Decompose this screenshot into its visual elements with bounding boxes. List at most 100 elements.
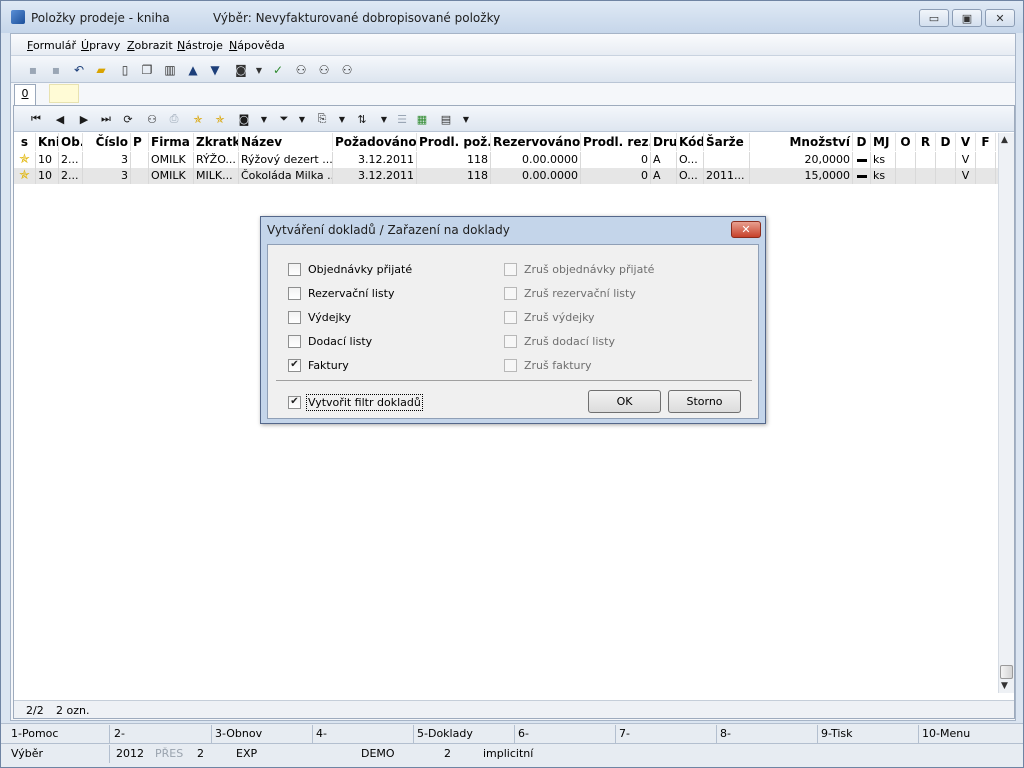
- menu-zobrazit[interactable]: Zobrazit: [127, 39, 173, 52]
- checkbox-box[interactable]: [504, 262, 517, 276]
- last-record-icon[interactable]: ⏭: [98, 111, 114, 127]
- arrow-up-icon[interactable]: ▲: [185, 62, 201, 78]
- fkey-6[interactable]: 6-: [518, 727, 529, 740]
- checkbox-box[interactable]: [504, 358, 517, 372]
- undo-icon[interactable]: ↶: [71, 62, 87, 78]
- col-header[interactable]: Ob.: [59, 133, 83, 151]
- check-arrow-icon[interactable]: ✓: [270, 62, 286, 78]
- star-add-icon[interactable]: ✯: [190, 111, 206, 127]
- checkbox-faktury[interactable]: ✔ Faktury: [288, 357, 349, 373]
- filter-dropdown-icon[interactable]: ▼: [294, 111, 310, 127]
- checkbox-vydejky[interactable]: Výdejky: [288, 309, 351, 325]
- col-header[interactable]: D: [936, 133, 956, 151]
- col-header[interactable]: P: [131, 133, 149, 151]
- save-as-icon[interactable]: ▪: [48, 62, 64, 78]
- col-header[interactable]: Prodl. rez.: [581, 133, 651, 151]
- col-header[interactable]: Název: [239, 133, 333, 151]
- dialog-close-button[interactable]: ✕: [731, 221, 761, 238]
- checkbox-box[interactable]: [288, 286, 301, 300]
- next-record-icon[interactable]: ▶: [76, 111, 92, 127]
- tab-new[interactable]: [49, 84, 79, 103]
- sort-dropdown-icon[interactable]: ▼: [376, 111, 392, 127]
- minimize-button[interactable]: ▭: [919, 9, 949, 27]
- scroll-thumb[interactable]: [1000, 665, 1013, 679]
- check-icon[interactable]: ✔: [288, 358, 301, 372]
- checkbox-rezervacni-listy[interactable]: Rezervační listy: [288, 285, 394, 301]
- checkbox-zrus-vydejky[interactable]: Zruš výdejky: [504, 309, 595, 325]
- menu-formular[interactable]: Formulář: [27, 39, 76, 52]
- scroll-down-icon[interactable]: ▼: [1001, 681, 1008, 691]
- fkey-4[interactable]: 4-: [316, 727, 327, 740]
- fkey-7[interactable]: 7-: [619, 727, 630, 740]
- save-icon[interactable]: ▪: [25, 62, 41, 78]
- fkey-10[interactable]: 10-Menu: [922, 727, 970, 740]
- star-remove-icon[interactable]: ✯: [212, 111, 228, 127]
- refresh-icon[interactable]: ⟳: [120, 111, 136, 127]
- col-header[interactable]: Firma: [149, 133, 194, 151]
- fkey-3[interactable]: 3-Obnov: [215, 727, 262, 740]
- export-dropdown-icon[interactable]: ▼: [334, 111, 350, 127]
- fkey-9[interactable]: 9-Tisk: [821, 727, 853, 740]
- menu-nastroje[interactable]: Nástroje: [177, 39, 223, 52]
- first-record-icon[interactable]: ⏮: [28, 111, 44, 127]
- copy-doc-icon[interactable]: ❐: [139, 62, 155, 78]
- menu-napoveda[interactable]: Nápověda: [229, 39, 285, 52]
- ok-button[interactable]: OK: [588, 390, 661, 413]
- sort-icon[interactable]: ⇅: [354, 111, 370, 127]
- col-header[interactable]: Kni: [36, 133, 59, 151]
- dropdown-arrow-icon[interactable]: ▼: [251, 62, 267, 78]
- open-folder-icon[interactable]: ▰: [93, 62, 109, 78]
- camera-icon[interactable]: ◙: [233, 62, 249, 78]
- binoculars-next-icon[interactable]: ⚇: [316, 62, 332, 78]
- checkbox-box[interactable]: [504, 310, 517, 324]
- col-header[interactable]: MJ: [871, 133, 896, 151]
- col-header[interactable]: D: [853, 133, 871, 151]
- checkbox-zrus-rezervacni-listy[interactable]: Zruš rezervační listy: [504, 285, 636, 301]
- prev-record-icon[interactable]: ◀: [52, 111, 68, 127]
- fkey-5[interactable]: 5-Doklady: [417, 727, 473, 740]
- tab-0[interactable]: 0: [14, 84, 36, 105]
- checkbox-box[interactable]: [504, 334, 517, 348]
- checkbox-box[interactable]: [504, 286, 517, 300]
- binoculars-icon[interactable]: ⚇: [144, 111, 160, 127]
- col-header[interactable]: Dru: [651, 133, 677, 151]
- fkey-2[interactable]: 2-: [114, 727, 125, 740]
- fkey-8[interactable]: 8-: [720, 727, 731, 740]
- checkbox-zrus-objednavky[interactable]: Zruš objednávky přijaté: [504, 261, 654, 277]
- excel-icon[interactable]: ▦: [414, 111, 430, 127]
- col-header[interactable]: Množství: [750, 133, 853, 151]
- columns-icon[interactable]: ▤: [438, 111, 454, 127]
- checkbox-box[interactable]: [288, 262, 301, 276]
- print-icon[interactable]: ⎙: [166, 111, 182, 127]
- checkbox-zrus-faktury[interactable]: Zruš faktury: [504, 357, 592, 373]
- fkey-1[interactable]: 1-Pomoc: [11, 727, 58, 740]
- book-icon[interactable]: ▥: [162, 62, 178, 78]
- checkbox-box[interactable]: [288, 310, 301, 324]
- checkbox-objednavky[interactable]: Objednávky přijaté: [288, 261, 412, 277]
- binoculars-icon[interactable]: ⚇: [293, 62, 309, 78]
- columns-dropdown-icon[interactable]: ▼: [458, 111, 474, 127]
- table-row[interactable]: ✯ 10 2... 3 OMILK RÝŽO... Rýžový dezert …: [14, 152, 998, 168]
- vertical-scrollbar[interactable]: ▲ ▼: [998, 133, 1014, 693]
- binoculars-prev-icon[interactable]: ⚇: [339, 62, 355, 78]
- col-header[interactable]: O: [896, 133, 916, 151]
- checkbox-vytvorit-filtr[interactable]: ✔ Vytvořit filtr dokladů: [288, 393, 423, 411]
- checkbox-dodaci-listy[interactable]: Dodací listy: [288, 333, 372, 349]
- col-header[interactable]: Prodl. pož.: [417, 133, 491, 151]
- tree-icon[interactable]: ☰: [394, 111, 410, 127]
- checkbox-box[interactable]: [288, 334, 301, 348]
- col-header[interactable]: F: [976, 133, 996, 151]
- new-doc-icon[interactable]: ▯: [117, 62, 133, 78]
- export-icon[interactable]: ⎘: [314, 111, 330, 127]
- maximize-button[interactable]: ▣: [952, 9, 982, 27]
- col-header[interactable]: V: [956, 133, 976, 151]
- col-header[interactable]: Zkratka: [194, 133, 239, 151]
- col-header[interactable]: s: [14, 133, 36, 151]
- col-header[interactable]: R: [916, 133, 936, 151]
- col-header[interactable]: Rezervováno: [491, 133, 581, 151]
- dropdown-arrow-icon[interactable]: ▼: [256, 111, 272, 127]
- col-header[interactable]: Číslo: [83, 133, 131, 151]
- filter-icon[interactable]: ⏷: [276, 111, 292, 127]
- col-header[interactable]: Šarže: [704, 133, 750, 151]
- check-icon[interactable]: ✔: [288, 395, 301, 409]
